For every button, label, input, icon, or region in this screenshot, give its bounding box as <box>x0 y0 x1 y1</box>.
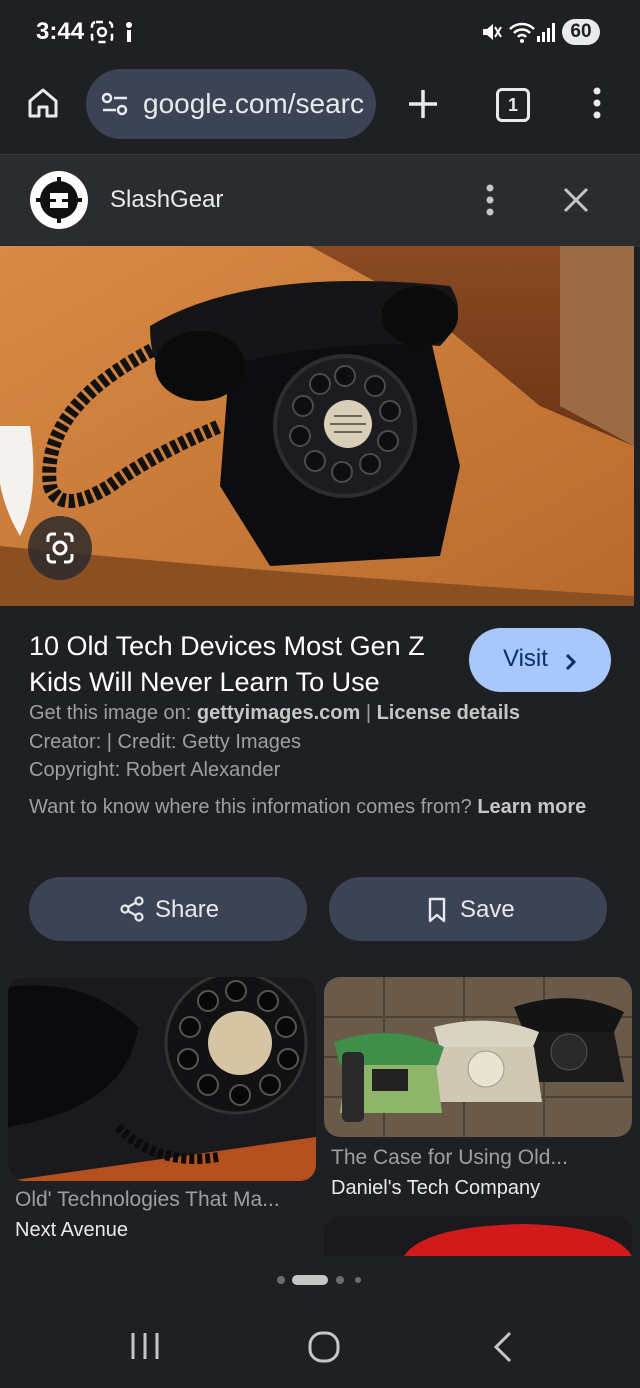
share-icon <box>119 896 145 929</box>
url-text[interactable]: google.com/search <box>143 88 365 120</box>
creator-line: Creator: | Credit: Getty Images <box>29 731 301 753</box>
slashgear-logo <box>30 171 88 229</box>
bookmark-icon <box>427 897 447 930</box>
back-nav-icon[interactable] <box>492 1331 514 1368</box>
google-lens-button[interactable] <box>28 516 92 580</box>
separator: | <box>360 702 377 724</box>
tab-switcher-button[interactable]: 1 <box>496 88 530 122</box>
related-title-2[interactable]: The Case for Using Old... <box>331 1146 621 1170</box>
info-source-text: Want to know where this information come… <box>29 793 589 822</box>
related-source-2: Daniel's Tech Company <box>331 1177 541 1199</box>
new-tab-icon[interactable] <box>406 87 440 126</box>
home-icon[interactable] <box>26 86 60 125</box>
screenshot-icon <box>90 20 114 49</box>
license-details-link[interactable]: License details <box>377 702 520 724</box>
related-image-1[interactable] <box>8 977 316 1181</box>
chevron-right-icon <box>565 650 577 678</box>
source-header <box>0 154 640 247</box>
recent-apps-icon[interactable] <box>130 1331 160 1366</box>
site-settings-icon[interactable] <box>101 91 129 122</box>
battery-indicator: 60 <box>562 19 600 45</box>
save-button[interactable]: Save <box>329 877 607 941</box>
wifi-icon <box>508 20 536 49</box>
related-image-3[interactable] <box>324 1216 632 1256</box>
save-label: Save <box>460 896 515 923</box>
result-title[interactable]: 10 Old Tech Devices Most Gen Z Kids Will… <box>29 628 459 700</box>
share-label: Share <box>155 896 220 923</box>
info-icon <box>122 20 136 49</box>
copyright-line: Copyright: Robert Alexander <box>29 759 281 781</box>
home-nav-icon[interactable] <box>308 1331 340 1368</box>
more-menu-icon[interactable] <box>592 86 602 125</box>
learn-more-link[interactable]: Learn more <box>477 796 586 818</box>
mute-icon <box>480 20 502 49</box>
gettyimages-link[interactable]: gettyimages.com <box>197 702 360 724</box>
share-button[interactable]: Share <box>29 877 307 941</box>
page-indicator <box>276 1273 366 1291</box>
visit-button[interactable]: Visit <box>469 628 611 692</box>
related-image-2[interactable] <box>324 977 632 1137</box>
status-time: 3:44 <box>36 18 85 45</box>
related-source-1: Next Avenue <box>15 1219 129 1241</box>
info-question: Want to know where this information come… <box>29 796 478 818</box>
visit-label: Visit <box>503 645 548 672</box>
get-image-prefix: Get this image on: <box>29 702 197 724</box>
main-image-rotary-phone[interactable] <box>0 246 634 606</box>
source-name[interactable]: SlashGear <box>110 186 223 214</box>
related-title-1[interactable]: Old' Technologies That Ma... <box>15 1188 305 1212</box>
image-source-line: Get this image on: gettyimages.com | Lic… <box>29 702 520 725</box>
signal-icon <box>536 20 558 49</box>
source-more-icon[interactable] <box>485 184 495 221</box>
close-icon[interactable] <box>562 186 590 219</box>
